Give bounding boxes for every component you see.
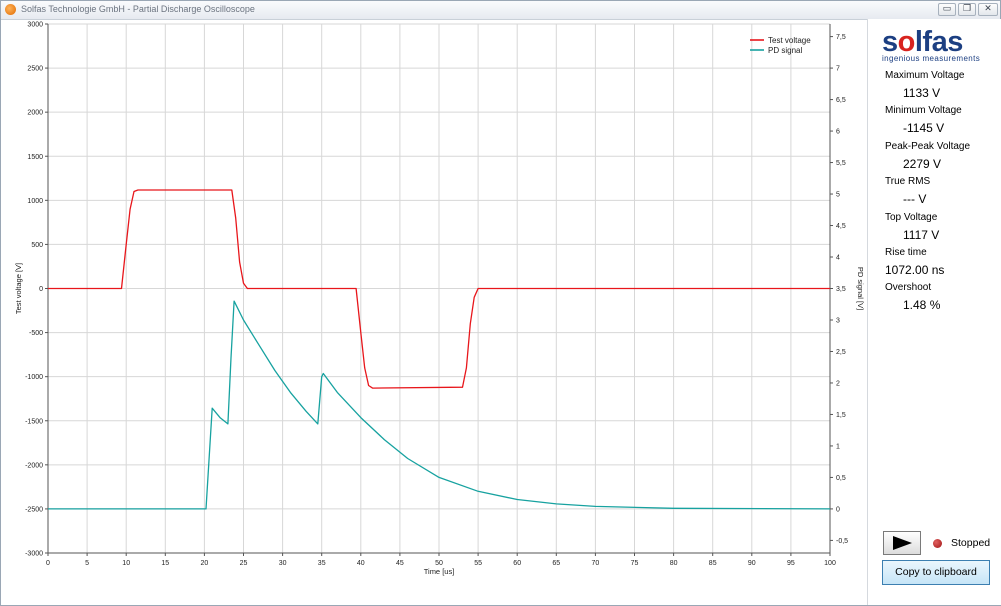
y-right-tick-label: -0,5 [836, 538, 848, 545]
minimize-icon: ▭ [942, 3, 952, 13]
close-icon: ✕ [984, 3, 992, 13]
metric-label: Peak-Peak Voltage [885, 141, 971, 152]
y-right-tick-label: 4,5 [836, 223, 846, 230]
metric-top-voltage: Top Voltage 1117 V [885, 212, 995, 242]
x-tick-label: 10 [122, 560, 130, 567]
y-left-tick-label: 1000 [27, 198, 43, 205]
x-tick-label: 50 [435, 560, 443, 567]
start-stop-button[interactable] [883, 531, 921, 555]
play-icon [893, 536, 912, 550]
y-axis-right-label: PD signal [V] [856, 267, 865, 310]
legend-entry: PD signal [768, 46, 802, 55]
y-left-tick-label: -1500 [25, 418, 43, 425]
x-tick-label: 40 [357, 560, 365, 567]
x-tick-label: 70 [592, 560, 600, 567]
x-tick-label: 15 [161, 560, 169, 567]
logo-subtitle: ingenious measurements [882, 54, 981, 63]
y-left-tick-label: 2500 [27, 66, 43, 73]
measurement-sidebar: solfas ingenious measurements Maximum Vo… [867, 19, 1001, 605]
y-left-tick-label: 0 [39, 286, 43, 293]
metric-minimum-voltage: Minimum Voltage -1145 V [885, 105, 995, 135]
x-tick-label: 95 [787, 560, 795, 567]
metric-value: -1145 V [903, 121, 945, 135]
maximize-button[interactable]: ❐ [958, 3, 976, 16]
solfas-logo: solfas ingenious measurements [882, 27, 992, 63]
app-logo-icon [5, 4, 16, 15]
y-left-tick-label: 500 [31, 242, 43, 249]
x-tick-label: 75 [631, 560, 639, 567]
y-right-tick-label: 5 [836, 192, 840, 199]
y-right-tick-label: 1,5 [836, 412, 846, 419]
y-left-tick-label: 3000 [27, 22, 43, 29]
y-right-tick-label: 6,5 [836, 97, 846, 104]
metric-value: 1117 V [903, 228, 940, 242]
x-tick-label: 5 [85, 560, 89, 567]
y-left-tick-label: -3000 [25, 551, 43, 558]
y-left-tick-label: -2500 [25, 506, 43, 513]
x-tick-label: 90 [748, 560, 756, 567]
minimize-button[interactable]: ▭ [938, 3, 956, 16]
y-left-tick-label: -2000 [25, 462, 43, 469]
x-tick-label: 80 [670, 560, 678, 567]
x-tick-label: 65 [552, 560, 560, 567]
metric-value: 1133 V [903, 86, 941, 100]
metric-true-rms: True RMS --- V [885, 176, 995, 206]
x-tick-label: 20 [201, 560, 209, 567]
y-right-tick-label: 7 [836, 66, 840, 73]
metric-value: 1072.00 ns [885, 263, 945, 277]
copy-to-clipboard-button[interactable]: Copy to clipboard [882, 560, 990, 585]
x-tick-label: 60 [513, 560, 521, 567]
metric-label: Overshoot [885, 282, 932, 293]
x-tick-label: 0 [46, 560, 50, 567]
x-tick-label: 85 [709, 560, 717, 567]
window-title: Solfas Technologie GmbH - Partial Discha… [21, 4, 255, 14]
y-left-tick-label: 2000 [27, 110, 43, 117]
metric-label: True RMS [885, 176, 931, 187]
y-right-tick-label: 4 [836, 255, 840, 262]
metric-value: 1.48 % [903, 298, 941, 312]
y-left-tick-label: -500 [29, 330, 43, 337]
y-right-tick-label: 3 [836, 317, 840, 324]
x-tick-label: 100 [824, 560, 836, 567]
metric-label: Maximum Voltage [885, 70, 965, 81]
y-right-tick-label: 2 [836, 380, 840, 387]
y-right-tick-label: 6 [836, 129, 840, 136]
metric-value: 2279 V [903, 157, 942, 171]
y-right-tick-label: 3,5 [836, 286, 846, 293]
x-axis-label: Time [us] [424, 567, 455, 576]
oscilloscope-plot[interactable]: 0 5 10 15 20 25 30 35 40 45 50 55 60 65 70 75 80 85 90 95 10… [1, 19, 867, 605]
status-indicator-icon [933, 539, 942, 548]
y-right-tick-label: 0 [836, 506, 840, 513]
metric-rise-time: Rise time 1072.00 ns [885, 247, 995, 277]
metric-value: --- V [903, 192, 927, 206]
restore-icon: ❐ [962, 3, 972, 13]
close-button[interactable]: ✕ [978, 3, 998, 16]
x-tick-label: 30 [279, 560, 287, 567]
metric-overshoot: Overshoot 1.48 % [885, 282, 995, 312]
status-text: Stopped [951, 537, 991, 549]
y-left-tick-label: -1000 [25, 374, 43, 381]
metric-label: Rise time [885, 247, 927, 258]
y-right-tick-label: 0,5 [836, 475, 846, 482]
x-tick-label: 45 [396, 560, 404, 567]
app-window: Solfas Technologie GmbH - Partial Discha… [0, 0, 1001, 606]
y-axis-left-label: Test voltage [V] [14, 263, 23, 314]
metric-label: Top Voltage [885, 212, 938, 223]
legend-entry: Test voltage [768, 36, 811, 45]
chart-svg[interactable]: 0 5 10 15 20 25 30 35 40 45 50 55 60 65 70 75 80 85 90 95 10… [1, 19, 867, 605]
x-tick-label: 25 [240, 560, 248, 567]
title-bar[interactable]: Solfas Technologie GmbH - Partial Discha… [1, 1, 1000, 20]
metric-maximum-voltage: Maximum Voltage 1133 V [885, 70, 995, 100]
metric-peak-peak-voltage: Peak-Peak Voltage 2279 V [885, 141, 995, 171]
y-right-tick-label: 5,5 [836, 160, 846, 167]
y-left-tick-label: 1500 [27, 154, 43, 161]
x-tick-label: 35 [318, 560, 326, 567]
y-right-tick-label: 1 [836, 443, 840, 450]
x-tick-label: 55 [474, 560, 482, 567]
y-right-tick-label: 7,5 [836, 34, 846, 41]
y-right-tick-label: 2,5 [836, 349, 846, 356]
metric-label: Minimum Voltage [885, 105, 962, 116]
